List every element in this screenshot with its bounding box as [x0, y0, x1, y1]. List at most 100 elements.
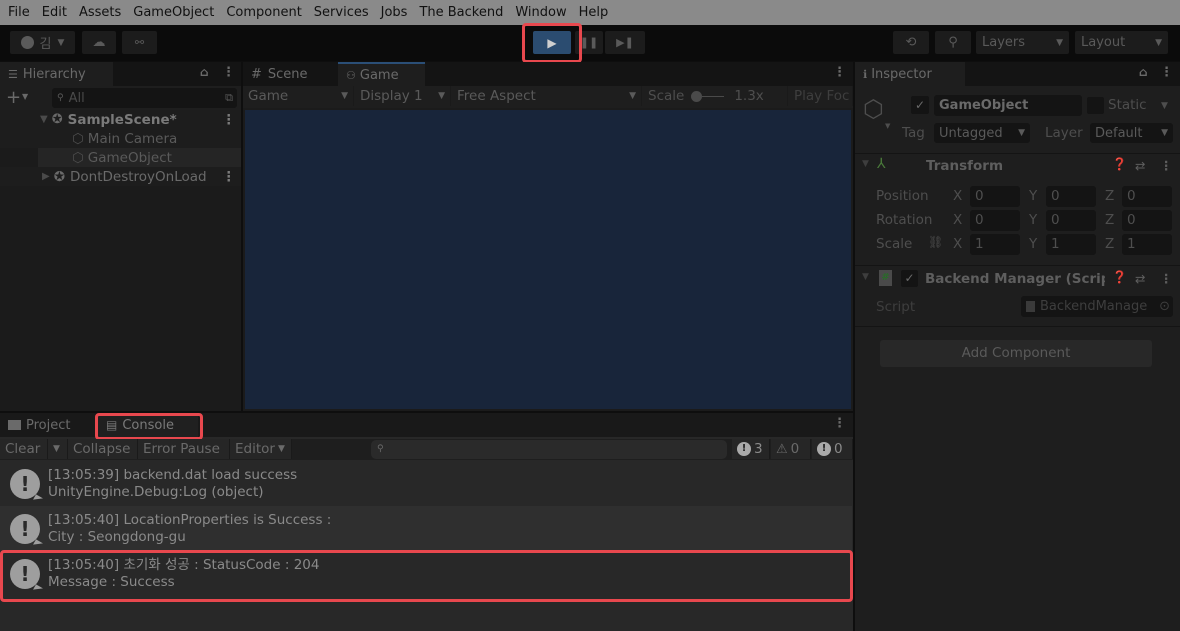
hierarchy-item-main-camera[interactable]: ⬡ Main Camera	[0, 129, 241, 148]
editor-dropdown[interactable]: Editor ▼	[230, 439, 292, 459]
layers-dropdown[interactable]: Layers ▼	[976, 31, 1069, 54]
backend-manager-header[interactable]: ▼ # ✓ Backend Manager (Script ❓ ⇄ ⋮	[855, 267, 1180, 291]
rotation-x-field[interactable]: 0	[970, 210, 1020, 231]
expand-arrow-icon: ▶	[42, 171, 50, 182]
pause-button[interactable]: ❚❚	[575, 31, 603, 54]
tab-scene[interactable]: # Scene	[243, 62, 338, 86]
tab-inspector[interactable]: ℹ Inspector	[855, 62, 965, 86]
menu-help[interactable]: Help	[579, 5, 609, 20]
active-checkbox[interactable]: ✓	[911, 96, 929, 114]
lock-icon[interactable]: ⌂	[1139, 65, 1148, 79]
tag-value: Untagged	[939, 125, 1003, 141]
kebab-menu-icon[interactable]: ⋮	[222, 65, 235, 80]
clear-options-dropdown[interactable]: ▼	[48, 439, 68, 459]
preset-icon[interactable]: ⇄	[1135, 158, 1145, 173]
static-checkbox[interactable]	[1087, 97, 1104, 114]
scale-x-field[interactable]: 1	[970, 234, 1020, 255]
rotation-z-field[interactable]: 0	[1122, 210, 1172, 231]
position-y-field[interactable]: 0	[1046, 186, 1096, 207]
log-entry[interactable]: ! [13:05:40] 초기화 성공 : StatusCode : 204 M…	[0, 551, 852, 596]
hierarchy-item-gameobject[interactable]: ⬡ GameObject	[38, 148, 241, 167]
clear-button[interactable]: Clear	[0, 439, 48, 459]
warning-filter-toggle[interactable]: ⚠ 0	[771, 439, 811, 459]
menu-gameobject[interactable]: GameObject	[133, 5, 214, 20]
chevron-down-icon[interactable]: ▼	[22, 92, 28, 101]
log-entry[interactable]: ! [13:05:39] backend.dat load success Un…	[0, 461, 852, 506]
tab-game[interactable]: ⚇ Game	[338, 62, 425, 86]
view-mode-dropdown[interactable]: Game ▼	[243, 86, 354, 106]
tab-project[interactable]: Project	[0, 413, 90, 437]
tab-hierarchy[interactable]: ☰ Hierarchy	[0, 62, 113, 86]
info-bubble-icon: !	[737, 442, 751, 456]
transform-header[interactable]: ▼ ⅄ Transform ❓ ⇄ ⋮	[855, 155, 1180, 179]
preset-icon[interactable]: ⇄	[1135, 271, 1145, 286]
kebab-menu-icon[interactable]: ⋮	[833, 65, 846, 80]
collapse-button[interactable]: Collapse	[68, 439, 138, 459]
log-message: [13:05:40] LocationProperties is Success…	[48, 511, 332, 528]
object-picker-icon[interactable]: ⊙	[1159, 299, 1170, 314]
tab-console[interactable]: ▤ Console	[98, 413, 198, 437]
step-button[interactable]: ▶❚	[605, 31, 645, 54]
kebab-menu-icon[interactable]: ⋮	[222, 112, 236, 128]
menu-edit[interactable]: Edit	[42, 5, 67, 20]
add-icon[interactable]: +	[6, 87, 21, 108]
gameobject-cube-icon[interactable]: ⬡	[863, 95, 884, 123]
main-toolbar: 김 ▼ ☁ ⚯ ▶ ❚❚ ▶❚ ⟲ ⚲ Layers ▼ Layout ▼	[0, 23, 1180, 63]
component-enabled-checkbox[interactable]: ✓	[901, 270, 918, 287]
kebab-menu-icon[interactable]: ⋮	[222, 169, 236, 185]
hierarchy-item-dontdestroyonload[interactable]: ▶ ✪ DontDestroyOnLoad ⋮	[0, 167, 241, 186]
kebab-menu-icon[interactable]: ⋮	[833, 416, 846, 431]
expand-arrow-icon: ▼	[862, 159, 869, 169]
hierarchy-item-samplescene[interactable]: ▼ ✪ SampleScene* ⋮	[0, 110, 241, 129]
menu-component[interactable]: Component	[226, 5, 301, 20]
error-filter-toggle[interactable]: ! 0	[812, 439, 853, 459]
scale-z-field[interactable]: 1	[1122, 234, 1172, 255]
undo-history-button[interactable]: ⟲	[893, 31, 929, 54]
console-search-input[interactable]: ⚲	[371, 440, 727, 459]
scale-y-field[interactable]: 1	[1046, 234, 1096, 255]
static-label: Static	[1108, 97, 1147, 113]
menu-jobs[interactable]: Jobs	[381, 5, 408, 20]
collab-button[interactable]: ⚯	[122, 31, 157, 54]
menu-file[interactable]: File	[8, 5, 30, 20]
rotation-y-field[interactable]: 0	[1046, 210, 1096, 231]
position-z-field[interactable]: 0	[1122, 186, 1172, 207]
layer-dropdown[interactable]: Default ▼	[1090, 123, 1173, 143]
menu-services[interactable]: Services	[314, 5, 369, 20]
log-entry[interactable]: ! [13:05:40] LocationProperties is Succe…	[0, 506, 852, 551]
position-x-field[interactable]: 0	[970, 186, 1020, 207]
aspect-dropdown[interactable]: Free Aspect ▼	[452, 86, 642, 106]
add-component-button[interactable]: Add Component	[880, 340, 1152, 367]
play-focused-dropdown[interactable]: Play Foc	[789, 86, 853, 106]
chevron-down-icon[interactable]: ▼	[1161, 101, 1168, 111]
chevron-down-icon[interactable]: ▼	[885, 122, 890, 130]
constrain-proportions-icon[interactable]: ⛓	[928, 235, 943, 249]
play-button[interactable]: ▶	[533, 31, 571, 54]
script-object-field[interactable]: BackendManage ⊙	[1021, 296, 1173, 317]
hierarchy-search-input[interactable]: ⚲ All ⧉	[52, 88, 237, 108]
display-dropdown[interactable]: Display 1 ▼	[355, 86, 451, 106]
slider-handle[interactable]	[691, 90, 703, 102]
scale-label: Scale	[876, 236, 913, 252]
layout-dropdown[interactable]: Layout ▼	[1075, 31, 1168, 54]
menu-assets[interactable]: Assets	[79, 5, 121, 20]
help-icon[interactable]: ❓	[1112, 270, 1127, 284]
kebab-menu-icon[interactable]: ⋮	[1160, 271, 1173, 286]
kebab-menu-icon[interactable]: ⋮	[1160, 65, 1173, 80]
chevron-down-icon: ▼	[1056, 37, 1063, 48]
log-filter-toggle[interactable]: ! 3	[732, 439, 770, 459]
scale-slider[interactable]: Scale 1.3x	[643, 86, 788, 106]
search-button[interactable]: ⚲	[935, 31, 971, 54]
scene-search-icon[interactable]: ⧉	[225, 91, 233, 105]
cloud-button[interactable]: ☁	[82, 31, 116, 54]
object-name-input[interactable]: GameObject	[934, 95, 1082, 116]
game-viewport[interactable]	[245, 110, 851, 409]
account-dropdown[interactable]: 김 ▼	[10, 31, 75, 54]
tag-dropdown[interactable]: Untagged ▼	[934, 123, 1030, 143]
error-pause-button[interactable]: Error Pause	[138, 439, 230, 459]
menu-the-backend[interactable]: The Backend	[419, 5, 503, 20]
help-icon[interactable]: ❓	[1112, 157, 1127, 171]
kebab-menu-icon[interactable]: ⋮	[1160, 158, 1173, 173]
lock-icon[interactable]: ⌂	[200, 65, 209, 79]
menu-window[interactable]: Window	[515, 5, 566, 20]
